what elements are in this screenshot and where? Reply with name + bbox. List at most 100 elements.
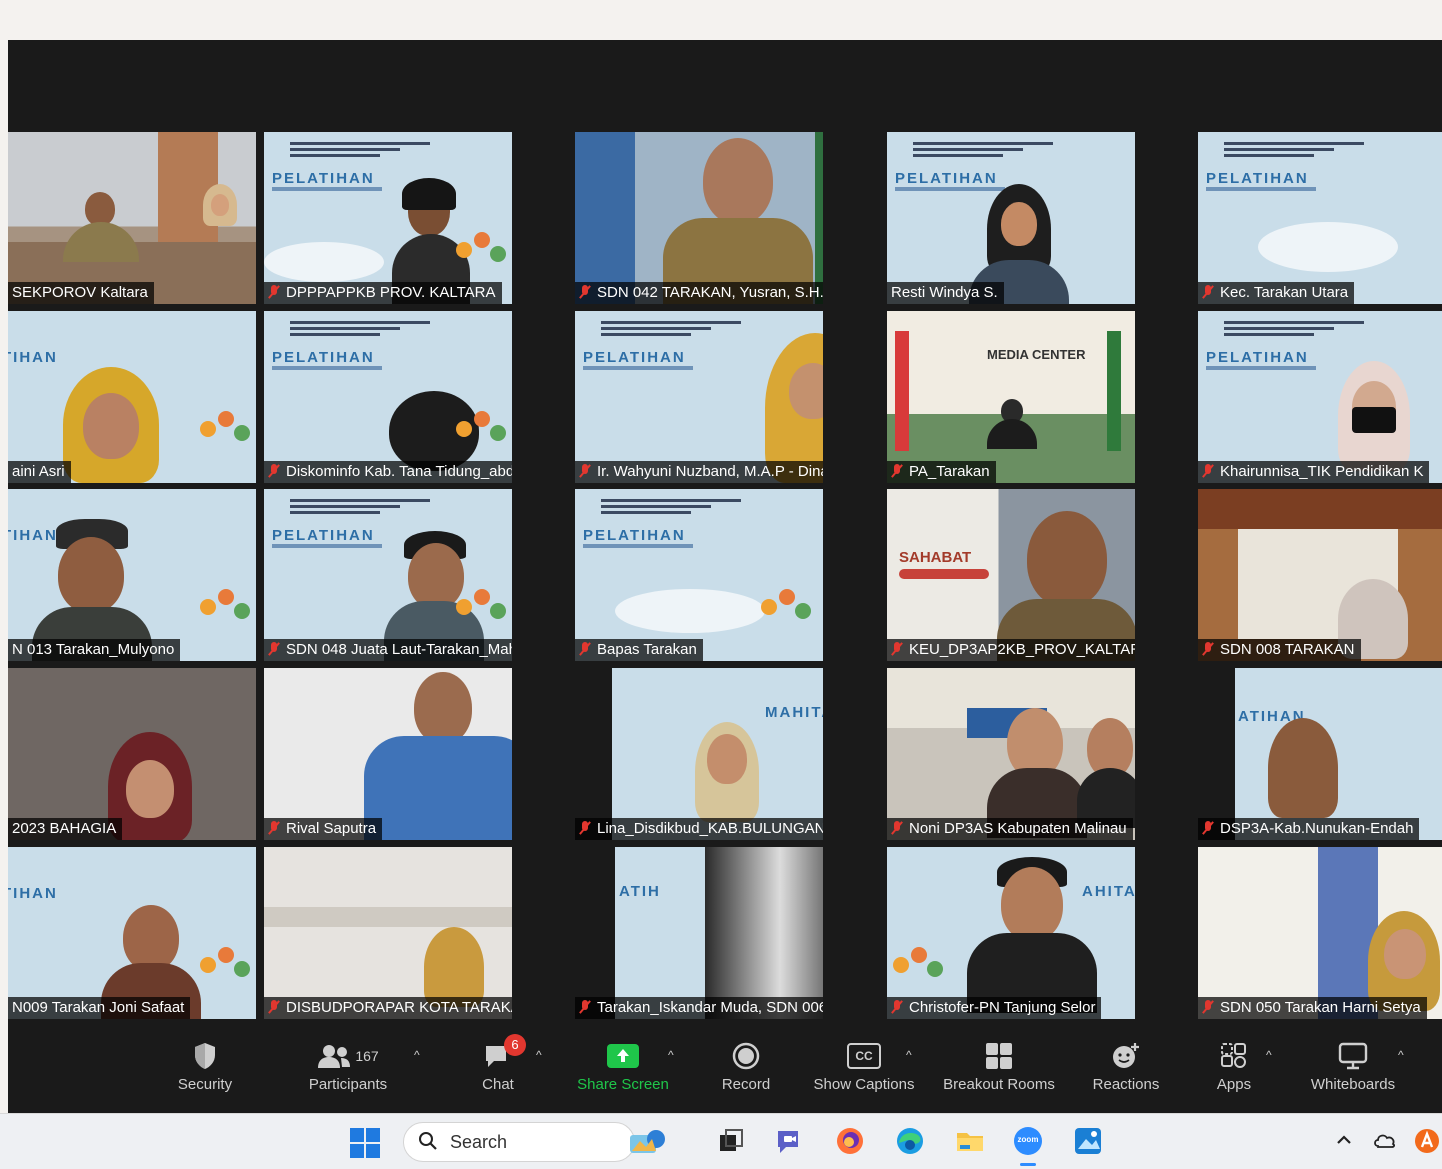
video-tile[interactable]: Rival Saputra bbox=[264, 668, 512, 840]
muted-mic-icon bbox=[268, 821, 280, 835]
participant-name: Lina_Disdikbud_KAB.BULUNGAN bbox=[575, 818, 823, 840]
zoom-meeting-window: SEKPOROV Kaltara PELATIHAN DPPPAPPKB PRO… bbox=[8, 40, 1442, 1113]
chat-button[interactable]: 6 Chat bbox=[463, 1034, 533, 1093]
banner-bar bbox=[899, 569, 989, 579]
cartoon-kids bbox=[200, 411, 252, 457]
participant-name: Resti Windya S. bbox=[887, 282, 1004, 304]
share-options-caret[interactable]: ^ bbox=[668, 1048, 674, 1062]
taskbar-search-box[interactable]: Search bbox=[403, 1122, 665, 1162]
video-tile[interactable]: PELATIHAN SDN 048 Juata Laut-Tarakan_Mah… bbox=[264, 489, 512, 661]
video-tile[interactable]: PELATIHAN Khairunnisa_TIK Pendidikan K bbox=[1198, 311, 1442, 483]
whiteboards-button[interactable]: Whiteboards bbox=[1298, 1040, 1408, 1093]
file-explorer-icon[interactable] bbox=[954, 1125, 986, 1157]
video-tile[interactable]: SEKPOROV Kaltara bbox=[8, 132, 256, 304]
reactions-button[interactable]: Reactions bbox=[1082, 1040, 1170, 1093]
curtain-top bbox=[1198, 489, 1442, 529]
smiley-plus-icon bbox=[1082, 1040, 1170, 1072]
participants-icon: 167 bbox=[293, 1040, 403, 1072]
apps-button[interactable]: Apps bbox=[1204, 1040, 1264, 1093]
video-tile[interactable]: SDN 050 Tarakan Harni Setya bbox=[1198, 847, 1442, 1019]
participants-options-caret[interactable]: ^ bbox=[414, 1048, 420, 1062]
task-view-icon[interactable] bbox=[714, 1125, 746, 1157]
banner-title: TIHAN bbox=[8, 885, 58, 902]
muted-mic-icon bbox=[579, 821, 591, 835]
video-tile[interactable]: MEDIA CENTER PA_Tarakan bbox=[887, 311, 1135, 483]
cartoon-kids bbox=[200, 589, 252, 635]
participant-name: aini Asri bbox=[8, 461, 71, 483]
security-button[interactable]: Security bbox=[160, 1040, 250, 1093]
participant-name: Tarakan_Iskandar Muda, SDN 006 ... bbox=[575, 997, 823, 1019]
ceiling-beam bbox=[264, 907, 512, 927]
video-tile[interactable]: PELATIHAN Diskominfo Kab. Tana Tidung_ab… bbox=[264, 311, 512, 483]
video-tile[interactable]: MAHITA Lina_Disdikbud_KAB.BULUNGAN bbox=[575, 668, 823, 840]
video-tile[interactable]: ATIH Tarakan_Iskandar Muda, SDN 006 ... bbox=[575, 847, 823, 1019]
video-tile[interactable]: PELATIHAN Kec. Tarakan Utara bbox=[1198, 132, 1442, 304]
onedrive-cloud-icon[interactable] bbox=[1372, 1128, 1398, 1152]
video-tile[interactable]: DISBUDPORAPAR KOTA TARAKAN bbox=[264, 847, 512, 1019]
zoom-app-icon[interactable]: zoom bbox=[1012, 1125, 1044, 1166]
muted-mic-icon bbox=[891, 642, 903, 656]
participant-name: Christofer-PN Tanjung Selor bbox=[887, 997, 1102, 1019]
video-tile[interactable]: PELATIHAN Ir. Wahyuni Nuzband, M.A.P - D… bbox=[575, 311, 823, 483]
record-button[interactable]: Record bbox=[708, 1040, 784, 1093]
participant-name: DSP3A-Kab.Nunukan-Endah bbox=[1198, 818, 1420, 840]
photos-icon[interactable] bbox=[1072, 1125, 1104, 1157]
teams-chat-icon[interactable] bbox=[774, 1125, 806, 1157]
windows-start-icon[interactable] bbox=[350, 1128, 380, 1158]
video-tile[interactable]: ATIHAN DSP3A-Kab.Nunukan-Endah bbox=[1198, 668, 1442, 840]
breakout-rooms-button[interactable]: Breakout Rooms bbox=[934, 1040, 1064, 1093]
participant-name: SEKPOROV Kaltara bbox=[8, 282, 154, 304]
edge-icon[interactable] bbox=[894, 1125, 926, 1157]
participants-count: 167 bbox=[355, 1048, 379, 1064]
flag-background bbox=[815, 132, 823, 304]
participant-name: SDN 048 Juata Laut-Tarakan_Mahf... bbox=[264, 639, 512, 661]
participant-name: SDN 008 TARAKAN bbox=[1198, 639, 1361, 661]
muted-mic-icon bbox=[268, 1000, 280, 1014]
search-placeholder: Search bbox=[450, 1132, 508, 1152]
banner-subtitle bbox=[895, 187, 1005, 191]
show-hidden-icons-chevron[interactable] bbox=[1334, 1130, 1354, 1150]
participant-name: Rival Saputra bbox=[264, 818, 383, 840]
muted-mic-icon bbox=[268, 464, 280, 478]
room-background bbox=[887, 311, 1135, 483]
video-tile[interactable]: TIHAN aini Asri bbox=[8, 311, 256, 483]
banner-title: TIHAN bbox=[8, 527, 58, 544]
zoom-app-label: zoom bbox=[1017, 1135, 1039, 1144]
whiteboards-options-caret[interactable]: ^ bbox=[1398, 1048, 1404, 1062]
banner-subtitle bbox=[272, 366, 382, 370]
chat-options-caret[interactable]: ^ bbox=[536, 1048, 542, 1062]
share-screen-button[interactable]: Share Screen bbox=[568, 1040, 678, 1093]
participant-name: N009 Tarakan Joni Safaat bbox=[8, 997, 191, 1019]
video-tile[interactable]: AHITAJ3 Christofer-PN Tanjung Selor bbox=[887, 847, 1135, 1019]
windows-taskbar: Search zoom bbox=[0, 1113, 1442, 1169]
banner-header bbox=[290, 499, 430, 517]
participant-name: KEU_DP3AP2KB_PROV_KALTARA bbox=[887, 639, 1135, 661]
video-tile[interactable]: PELATIHAN DPPPAPPKB PROV. KALTARA bbox=[264, 132, 512, 304]
video-tile[interactable]: TIHAN N 013 Tarakan_Mulyono bbox=[8, 489, 256, 661]
video-tile[interactable]: SAHABAT KEU_DP3AP2KB_PROV_KALTARA bbox=[887, 489, 1135, 661]
captions-options-caret[interactable]: ^ bbox=[906, 1048, 912, 1062]
video-tile[interactable]: PELATIHAN Resti Windya S. bbox=[887, 132, 1135, 304]
media-center-sign: MEDIA CENTER bbox=[987, 347, 1086, 362]
banner-subtitle bbox=[1206, 187, 1316, 191]
muted-mic-icon bbox=[1202, 285, 1214, 299]
apps-options-caret[interactable]: ^ bbox=[1266, 1048, 1272, 1062]
video-tile[interactable]: 2023 BAHAGIA bbox=[8, 668, 256, 840]
avast-antivirus-icon[interactable] bbox=[1414, 1128, 1440, 1154]
video-tile[interactable]: SDN 008 TARAKAN bbox=[1198, 489, 1442, 661]
muted-mic-icon bbox=[268, 285, 280, 299]
firefox-icon[interactable] bbox=[834, 1125, 866, 1157]
apps-icon bbox=[1204, 1040, 1264, 1072]
video-tile[interactable]: SDN 042 TARAKAN, Yusran, S.H., ... bbox=[575, 132, 823, 304]
active-app-indicator bbox=[1020, 1163, 1036, 1166]
banner-title: PELATIHAN bbox=[1206, 349, 1309, 366]
cartoon-kids bbox=[200, 947, 252, 993]
video-tile[interactable]: TIHAN N009 Tarakan Joni Safaat bbox=[8, 847, 256, 1019]
video-tile[interactable]: PELATIHAN Bapas Tarakan bbox=[575, 489, 823, 661]
search-highlight-icon bbox=[626, 1125, 670, 1159]
participants-button[interactable]: 167 Participants bbox=[293, 1040, 403, 1093]
muted-mic-icon bbox=[1202, 642, 1214, 656]
video-tile[interactable]: Noni DP3AS Kabupaten Malinau bbox=[887, 668, 1135, 840]
cartoon-kids bbox=[761, 589, 813, 635]
cloud bbox=[264, 242, 384, 282]
